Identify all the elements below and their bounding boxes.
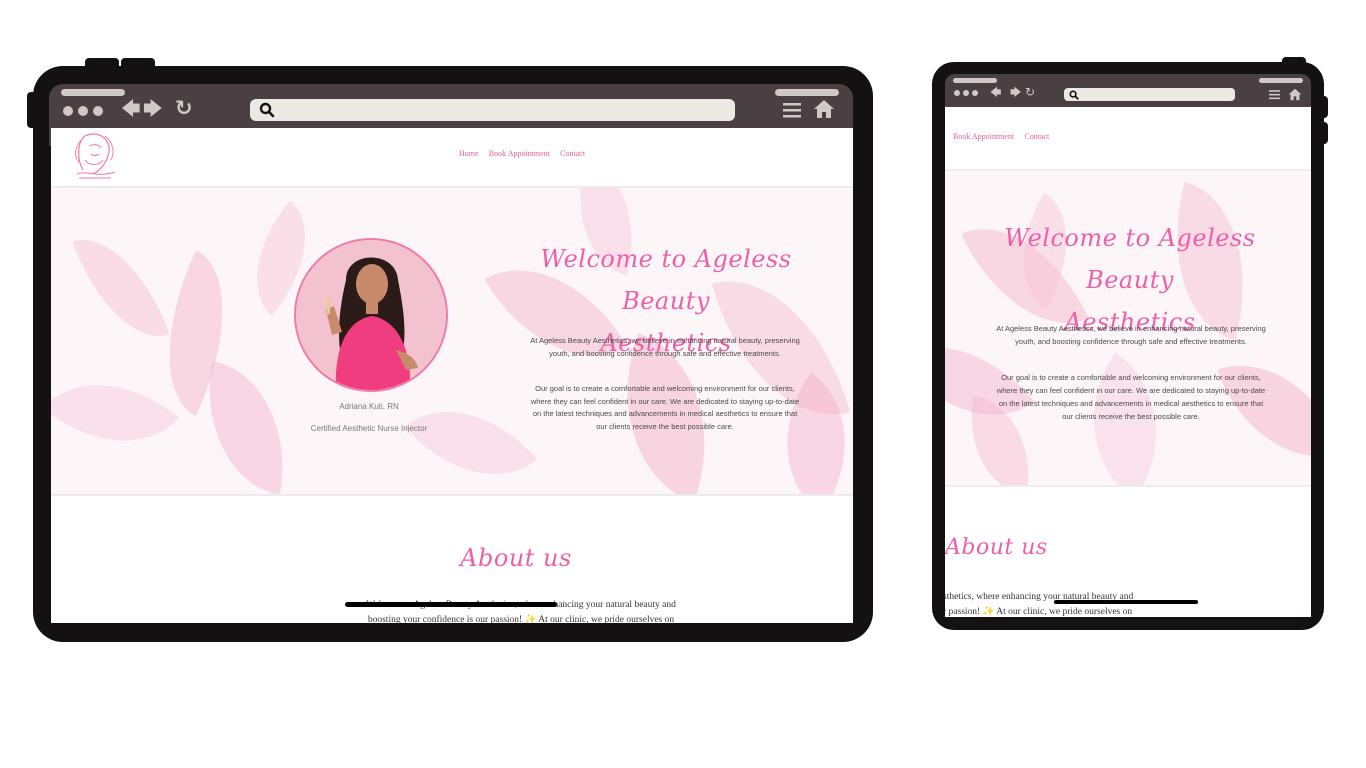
tablet-device-large: 🡄 🡆 ↻ Home Book Appointment Contact Adri… [27,58,873,642]
hero-title-line1: Welcome to Ageless Beauty [1004,224,1256,294]
tab-indicator [61,89,125,96]
browser-toolbar: 🡄 🡆 ↻ [945,74,1311,108]
web-page-large: Home Book Appointment Contact Adriana Ku… [51,128,853,623]
home-indicator[interactable] [345,602,557,607]
hero-section: Adriana Kuti, RN Certified Aesthetic Nur… [51,188,853,496]
nav-link-contact[interactable]: Contact [560,149,585,158]
nav-link-book-appointment[interactable]: Book Appointment [489,149,550,158]
reload-icon[interactable]: ↻ [1025,86,1035,98]
leaf-decoration [405,375,537,494]
home-icon[interactable] [1288,88,1302,101]
site-nav: Home Book Appointment Contact [455,149,589,158]
web-page-small: Book Appointment Contact Welcome to Agel… [945,107,1311,617]
leaf-decoration [72,221,170,355]
window-dot[interactable] [78,106,88,116]
hero-paragraph-2: Our goal is to create a comfortable and … [996,373,1266,421]
hero-section: Welcome to Ageless Beauty Aesthetics At … [945,171,1311,487]
device-side-button [1318,122,1328,144]
portrait-illustration [296,240,446,390]
staff-name: Adriana Kuti, RN [339,402,399,411]
hero-title-line1: Welcome to Ageless Beauty [540,245,792,315]
arrow-left-icon[interactable]: 🡄 [990,87,1001,98]
arrow-right-icon[interactable]: 🡆 [1010,87,1021,98]
search-icon [259,102,275,118]
hamburger-menu-icon[interactable] [783,101,801,119]
site-nav: Book Appointment Contact [949,132,1053,141]
nav-link-home[interactable]: Home [459,149,479,158]
device-top-button [121,58,155,70]
window-dot[interactable] [63,106,73,116]
leaf-decoration [51,347,179,479]
about-text-line2: boosting your confidence is our passion!… [367,615,675,623]
home-icon[interactable] [813,99,835,119]
address-bar[interactable] [1064,88,1235,101]
window-dot[interactable] [93,106,103,116]
device-side-button [27,92,39,128]
nav-link-book-appointment[interactable]: Book Appointment [953,132,1014,141]
arrow-right-icon[interactable]: 🡆 [143,100,163,119]
tab-indicator [775,89,839,96]
search-icon [1069,90,1079,100]
home-indicator[interactable] [1054,600,1198,604]
site-logo[interactable] [71,130,119,182]
address-bar[interactable] [250,99,735,121]
device-side-button [1318,96,1328,118]
reload-icon[interactable]: ↻ [175,98,193,119]
tab-indicator [953,78,997,83]
site-header: Home Book Appointment Contact [51,128,853,188]
about-text-line2: r passion! ✨ At our clinic, we pride our… [945,607,1133,617]
window-dot[interactable] [954,90,960,96]
site-header: Book Appointment Contact [945,107,1311,171]
hero-paragraph-2: Our goal is to create a comfortable and … [530,384,800,431]
device-top-button [85,58,119,70]
window-dot[interactable] [972,90,978,96]
arrow-left-icon[interactable]: 🡄 [121,100,141,119]
hamburger-menu-icon[interactable] [1269,89,1280,100]
hero-paragraph-1: At Ageless Beauty Aesthetics, we believe… [530,336,800,358]
device-top-button [1282,57,1306,67]
nav-link-contact[interactable]: Contact [1024,132,1049,141]
hero-paragraph-1: At Ageless Beauty Aesthetics, we believe… [996,324,1266,346]
window-dot[interactable] [963,90,969,96]
staff-role: Certified Aesthetic Nurse Injector [310,424,428,433]
profile-photo [294,238,448,392]
tab-indicator [1259,78,1303,83]
tablet-device-small: 🡄 🡆 ↻ Book Appointment Contact Welcome t… [932,57,1328,630]
about-title: About us [945,535,1048,560]
about-title: About us [460,544,572,572]
